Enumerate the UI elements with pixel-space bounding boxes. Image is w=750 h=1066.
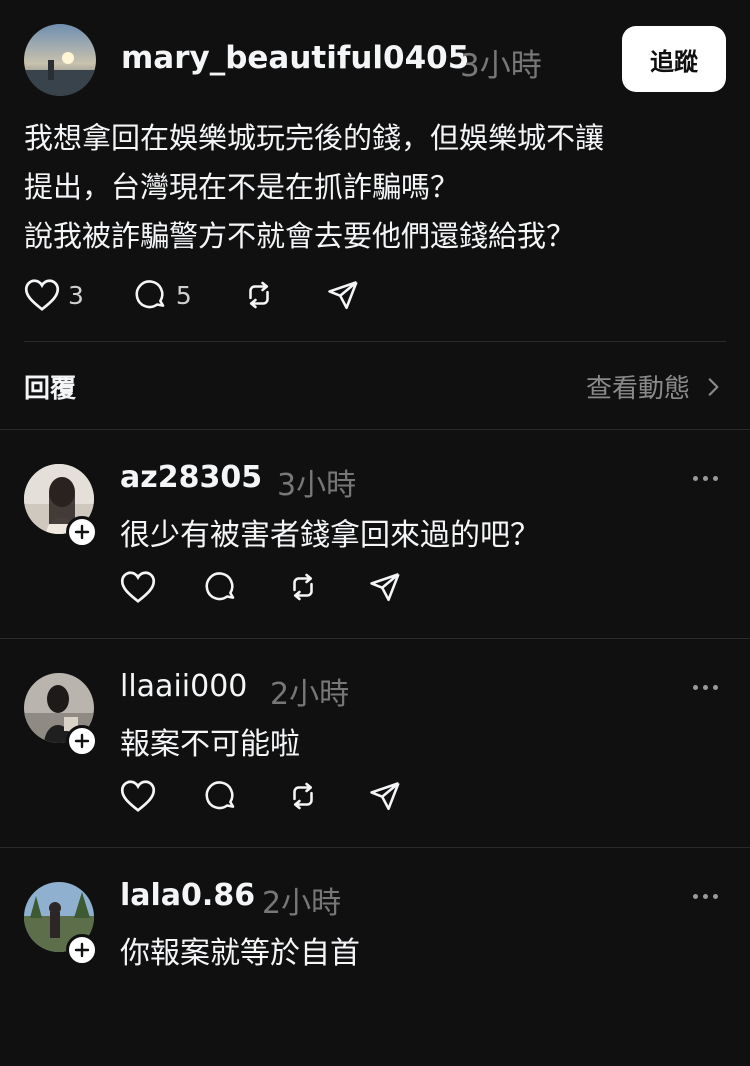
like-button[interactable]: 3 (24, 278, 84, 312)
reply-item: az28305 3小時 很少有被害者錢拿回來過的吧？ (0, 440, 750, 648)
follow-button[interactable]: 追蹤 (622, 26, 726, 92)
more-options-button[interactable] (693, 894, 718, 899)
reply-text: 很少有被害者錢拿回來過的吧？ (120, 518, 540, 553)
main-post: mary_beautiful0405 3小時 追蹤 我想拿回在娛樂城玩完後的錢，… (0, 0, 750, 342)
comment-icon (205, 572, 235, 601)
reply-item: llaaii000 2小時 報案不可能啦 (0, 649, 750, 857)
send-icon (370, 782, 400, 811)
reply-button[interactable]: 5 (134, 278, 192, 312)
reply-count: 5 (175, 280, 192, 310)
follow-plus-button[interactable] (66, 934, 98, 966)
comment-icon (135, 280, 165, 309)
repost-button[interactable] (286, 570, 320, 604)
repost-icon (293, 573, 313, 601)
post-text-line: 提出，台灣現在不是在抓詐騙嗎？ (24, 170, 460, 204)
post-actions: 3 5 (24, 278, 360, 312)
view-activity-link[interactable]: 查看動態 (586, 368, 726, 405)
chevron-right-icon (708, 377, 719, 396)
like-button[interactable] (120, 570, 156, 604)
like-count: 3 (68, 280, 84, 310)
share-button[interactable] (326, 278, 360, 312)
comment-icon (205, 781, 235, 810)
post-text: 我想拿回在娛樂城玩完後的錢，但娛樂城不讓 提出，台灣現在不是在抓詐騙嗎？ 說我被… (24, 114, 724, 261)
send-icon (370, 573, 400, 602)
repost-button[interactable] (286, 779, 320, 813)
follow-plus-button[interactable] (66, 516, 98, 548)
reply-actions (120, 779, 402, 813)
reply-username[interactable]: az28305 (120, 460, 262, 495)
repost-icon (293, 782, 313, 810)
share-button[interactable] (368, 779, 402, 813)
send-icon (328, 281, 358, 310)
replies-header: 回覆 查看動態 (24, 360, 726, 412)
reply-button[interactable] (204, 779, 238, 813)
reply-username[interactable]: llaaii000 (120, 669, 247, 704)
replies-label: 回覆 (24, 374, 77, 404)
divider (0, 429, 750, 430)
reply-text: 報案不可能啦 (120, 727, 300, 762)
like-button[interactable] (120, 779, 156, 813)
more-options-button[interactable] (693, 476, 718, 481)
reply-time: 2小時 (262, 886, 342, 921)
reply-button[interactable] (204, 570, 238, 604)
heart-icon (120, 780, 156, 812)
post-text-line: 我想拿回在娛樂城玩完後的錢，但娛樂城不讓 (24, 121, 605, 155)
post-username[interactable]: mary_beautiful0405 (121, 40, 469, 76)
post-text-line: 說我被詐騙警方不就會去要他們還錢給我？ (24, 219, 576, 253)
post-author-avatar[interactable] (24, 24, 96, 96)
divider (0, 638, 750, 639)
divider (0, 847, 750, 848)
reply-item: lala0.86 2小時 你報案就等於自首 (0, 858, 750, 1066)
reply-time: 3小時 (277, 468, 357, 503)
follow-plus-button[interactable] (66, 725, 98, 757)
reply-text: 你報案就等於自首 (120, 936, 360, 971)
more-options-button[interactable] (693, 685, 718, 690)
repost-button[interactable] (242, 278, 276, 312)
repost-icon (249, 281, 269, 309)
plus-icon (74, 942, 90, 958)
reply-username[interactable]: lala0.86 (120, 878, 255, 913)
reply-actions (120, 570, 402, 604)
reply-time: 2小時 (270, 677, 350, 712)
view-activity-label: 查看動態 (585, 374, 690, 404)
heart-icon (24, 279, 60, 311)
heart-icon (120, 571, 156, 603)
plus-icon (74, 524, 90, 540)
plus-icon (74, 733, 90, 749)
divider (24, 341, 726, 342)
post-time: 3小時 (460, 48, 542, 84)
share-button[interactable] (368, 570, 402, 604)
